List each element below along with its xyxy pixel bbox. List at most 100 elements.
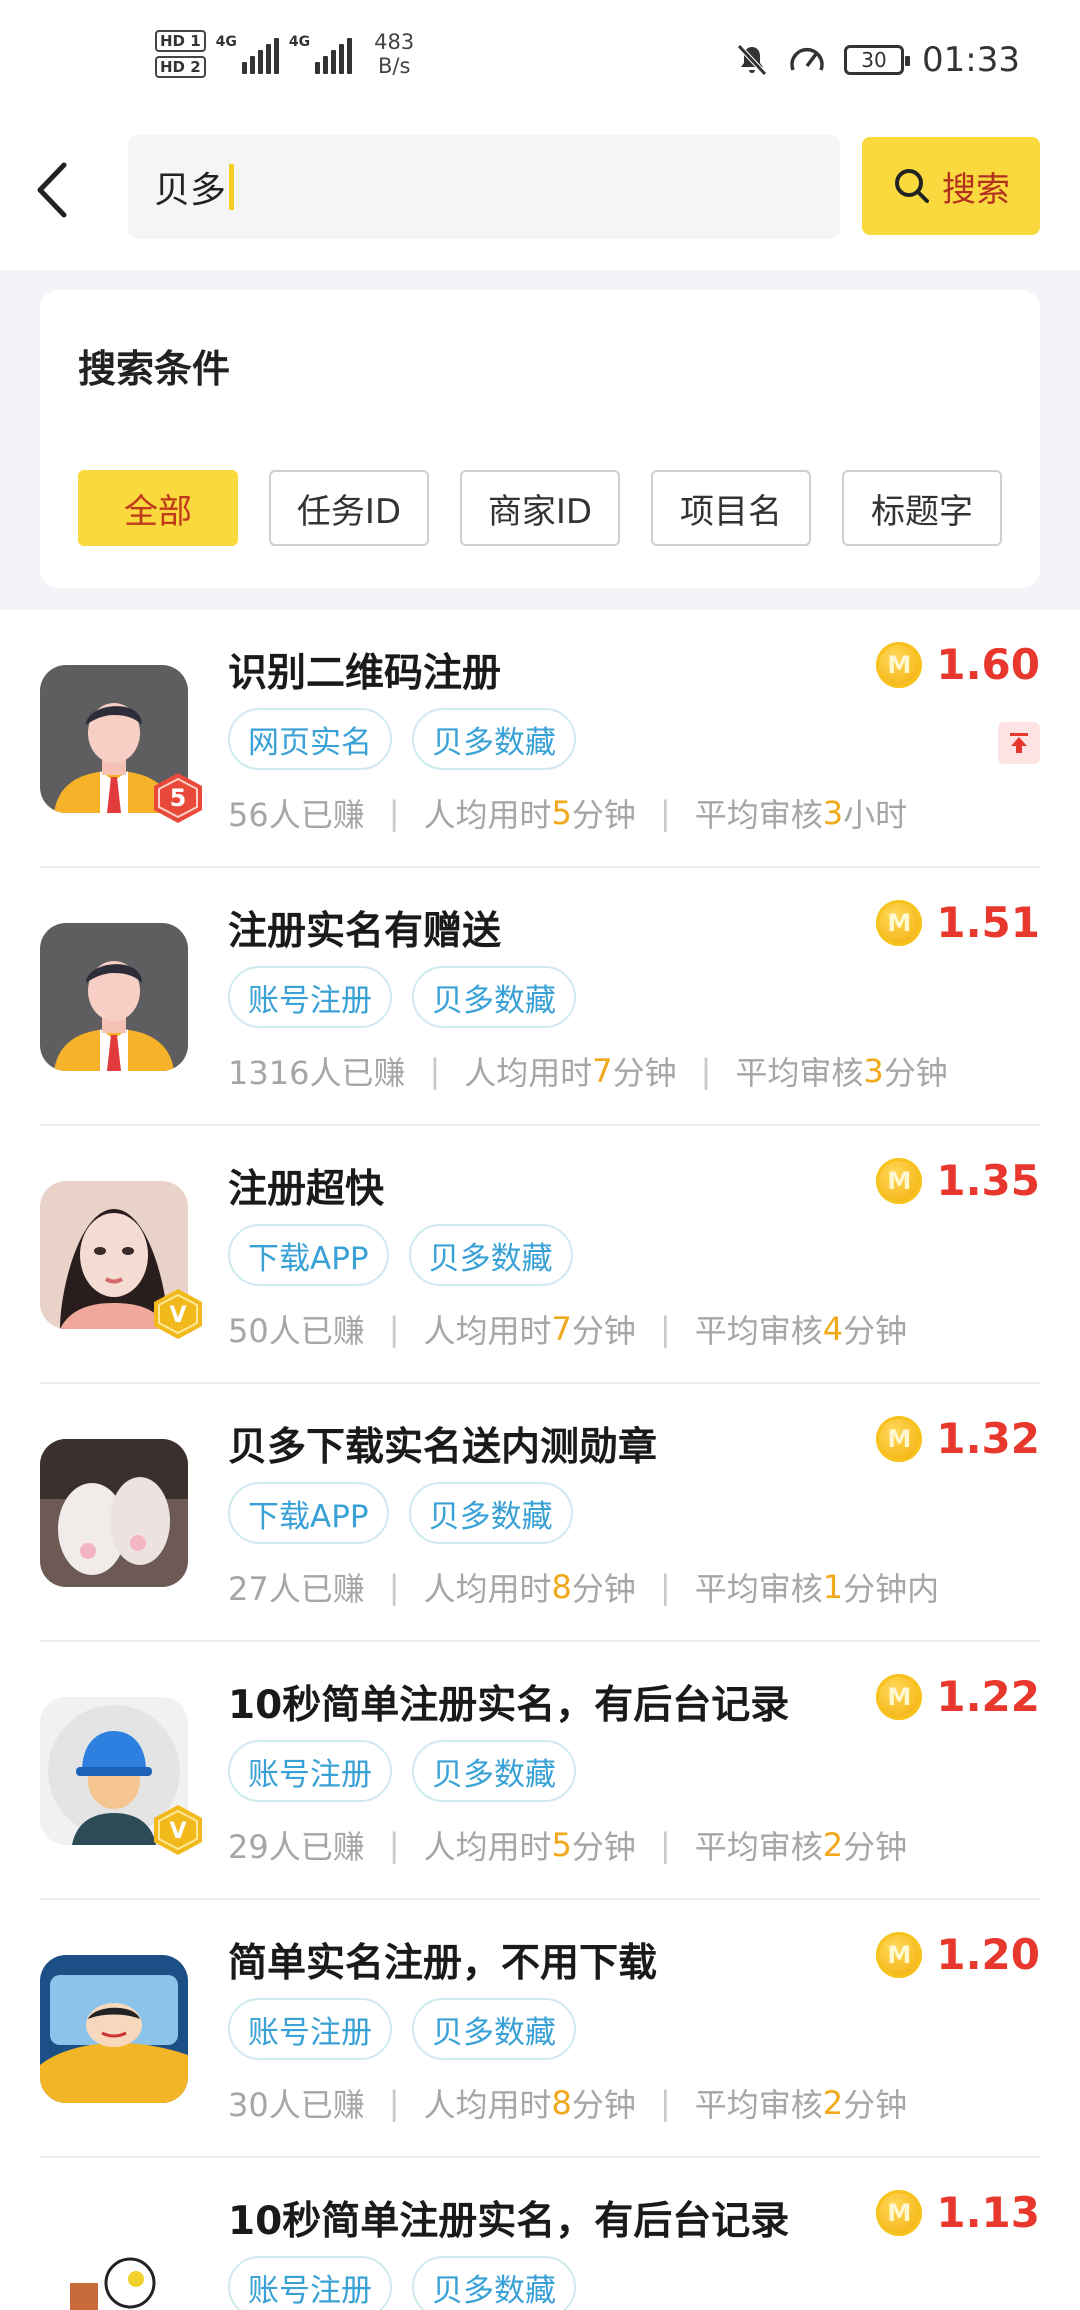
condition-chip[interactable]: 项目名 (651, 470, 811, 546)
reward-amount: 1.60 (936, 640, 1040, 689)
search-input[interactable]: 贝多 (128, 135, 840, 239)
review-time-label: 平均审核 (694, 2086, 823, 2124)
condition-chip[interactable]: 商家ID (460, 470, 620, 546)
condition-chip[interactable]: 标题字 (842, 470, 1002, 546)
task-stats: 56人已赚 | 人均用时 5 分钟 | 平均审核 3 小时 (228, 790, 907, 836)
task-item[interactable]: 简单实名注册，不用下载 M 1.20 账号注册 贝多数藏 30人已赚 | 人均用时 8 分钟 | 平均… (0, 1900, 1080, 2158)
search-header: 贝多 搜索 (0, 125, 1080, 270)
review-time-unit: 分钟 (883, 1054, 948, 1092)
task-list: 5 识别二维码注册 M 1.60 网页实名 贝多数藏 56人已赚 | 人均用时 5 分钟 | 平均审核 3… (0, 610, 1080, 2310)
vip-badge-icon: V (148, 1802, 208, 1858)
back-arrow-icon[interactable] (30, 155, 80, 225)
status-left: HD 1 HD 2 4G 4G 483 B/s (155, 30, 414, 78)
level-5-badge-icon: 5 (148, 770, 208, 826)
earned-count: 1316人已赚 (228, 1054, 406, 1092)
reward-amount: 1.13 (936, 2188, 1040, 2237)
task-stats: 27人已赚 | 人均用时 8 分钟 | 平均审核 1 分钟内 (228, 1564, 939, 1610)
vip-badge-icon: V (148, 1286, 208, 1342)
avg-time-label: 人均用时 (423, 1312, 552, 1350)
review-time-unit: 分钟 (843, 2086, 908, 2124)
task-tags: 账号注册 贝多数藏 (228, 2256, 576, 2310)
stat-divider: | (388, 1310, 400, 1348)
task-reward: M 1.51 (876, 898, 1040, 947)
avg-time-label: 人均用时 (464, 1054, 593, 1092)
search-icon (895, 169, 929, 203)
coin-icon: M (876, 1157, 923, 1204)
task-item[interactable]: 注册实名有赠送 M 1.51 账号注册 贝多数藏 1316人已赚 | 人均用时 7 分钟 | 平均审核… (0, 868, 1080, 1126)
earned-count: 50人已赚 (228, 1312, 365, 1350)
review-time-label: 平均审核 (694, 796, 823, 834)
task-stats: 29人已赚 | 人均用时 5 分钟 | 平均审核 2 分钟 (228, 1822, 907, 1868)
task-stats: 50人已赚 | 人均用时 7 分钟 | 平均审核 4 分钟 (228, 1306, 907, 1352)
task-title: 识别二维码注册 (228, 651, 502, 696)
avg-time-unit: 分钟 (571, 1312, 636, 1350)
task-tag: 贝多数藏 (412, 708, 576, 770)
earned-count: 27人已赚 (228, 1570, 365, 1608)
status-bar: HD 1 HD 2 4G 4G 483 B/s 30 01:33 (0, 0, 1080, 125)
reward-amount: 1.22 (936, 1672, 1040, 1721)
task-item[interactable]: V 10秒简单注册实名，有后台记录 M 1.22 账号注册 贝多数藏 29人已赚 | 人均用时 5… (0, 1642, 1080, 1900)
task-tag: 贝多数藏 (412, 1740, 576, 1802)
coin-icon: M (876, 1673, 923, 1720)
coin-icon: M (876, 641, 923, 688)
hd-indicators: HD 1 HD 2 (155, 30, 206, 78)
condition-chip[interactable]: 任务ID (269, 470, 429, 546)
earned-count: 56人已赚 (228, 796, 365, 834)
earned-count: 29人已赚 (228, 1828, 365, 1866)
task-reward: M 1.60 (876, 640, 1040, 689)
conditions-card: 搜索条件 全部 任务ID 商家ID 项目名 标题字 (40, 290, 1040, 588)
task-item[interactable]: 贝多下载实名送内测勋章 M 1.32 下载APP 贝多数藏 27人已赚 | 人均用时 8 分钟 | 平… (0, 1384, 1080, 1642)
avg-time-label: 人均用时 (423, 1570, 552, 1608)
avg-time-value: 8 (551, 1568, 572, 1606)
hd2-icon: HD 2 (155, 56, 206, 78)
coin-icon: M (876, 1415, 923, 1462)
review-time-unit: 分钟 (843, 1312, 908, 1350)
svg-text:V: V (169, 1819, 186, 1844)
coin-icon: M (876, 899, 923, 946)
task-reward: M 1.32 (876, 1414, 1040, 1463)
task-item[interactable]: 10秒简单注册实名，有后台记录 M 1.13 账号注册 贝多数藏 (0, 2158, 1080, 2310)
stat-divider: | (659, 1310, 671, 1348)
task-tag: 贝多数藏 (408, 1224, 573, 1286)
avg-time-unit: 分钟 (571, 1570, 636, 1608)
search-button[interactable]: 搜索 (862, 137, 1040, 235)
avg-time-unit: 分钟 (571, 2086, 636, 2124)
avg-time-unit: 分钟 (571, 1828, 636, 1866)
hd1-icon: HD 1 (155, 30, 206, 52)
task-tags: 账号注册 贝多数藏 (228, 1740, 576, 1802)
task-reward: M 1.20 (876, 1930, 1040, 1979)
review-time-value: 3 (863, 1052, 884, 1090)
review-time-unit: 小时 (843, 796, 908, 834)
network-speed: 483 B/s (374, 30, 415, 78)
signal-1-icon: 4G (216, 34, 279, 74)
reward-amount: 1.20 (936, 1930, 1040, 1979)
pin-top-icon[interactable] (998, 722, 1040, 764)
task-tags: 网页实名 贝多数藏 (228, 708, 576, 770)
condition-chip[interactable]: 全部 (78, 470, 238, 546)
task-title: 10秒简单注册实名，有后台记录 (228, 2199, 790, 2244)
search-query: 贝多 (154, 170, 227, 211)
task-tag: 下载APP (228, 1224, 389, 1286)
avg-time-value: 5 (551, 1826, 572, 1864)
avg-time-label: 人均用时 (423, 796, 552, 834)
review-time-value: 2 (822, 1826, 844, 1864)
condition-chips: 全部 任务ID 商家ID 项目名 标题字 (78, 470, 1002, 546)
task-tag: 账号注册 (228, 966, 392, 1028)
review-time-value: 3 (822, 794, 844, 832)
task-tag: 贝多数藏 (412, 1998, 576, 2060)
review-time-value: 2 (822, 2084, 844, 2122)
task-avatar (40, 1955, 188, 2103)
task-tag: 下载APP (228, 1482, 389, 1544)
stat-divider: | (659, 1826, 671, 1864)
coin-icon: M (876, 2189, 923, 2236)
avg-time-unit: 分钟 (571, 796, 636, 834)
task-item[interactable]: V 注册超快 M 1.35 下载APP 贝多数藏 50人已赚 | 人均用时 7 分钟 | 平均审核 4 分钟 (0, 1126, 1080, 1384)
task-tags: 下载APP 贝多数藏 (228, 1224, 573, 1286)
task-item[interactable]: 5 识别二维码注册 M 1.60 网页实名 贝多数藏 56人已赚 | 人均用时 5 分钟 | 平均审核 3… (0, 610, 1080, 868)
task-tag: 贝多数藏 (408, 1482, 573, 1544)
svg-text:5: 5 (170, 784, 187, 812)
avg-time-label: 人均用时 (423, 2086, 552, 2124)
avg-time-label: 人均用时 (423, 1828, 552, 1866)
stat-divider: | (659, 794, 671, 832)
reward-amount: 1.35 (936, 1156, 1040, 1205)
